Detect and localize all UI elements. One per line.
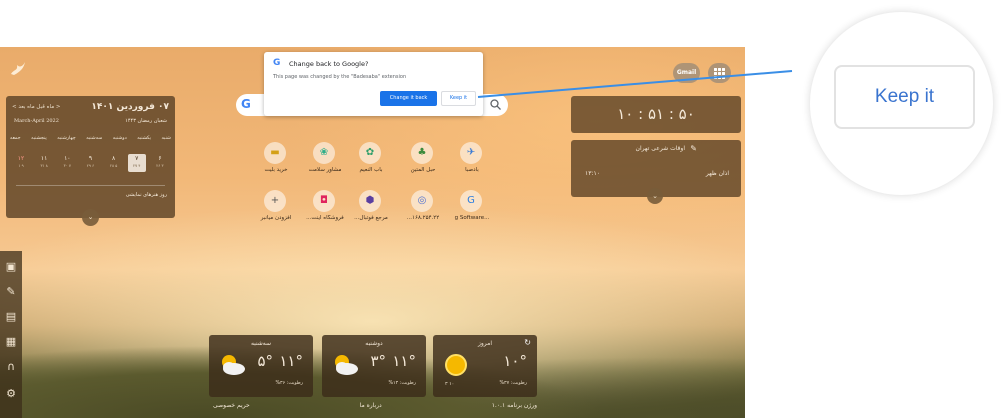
image-icon[interactable]: ▤ — [5, 311, 17, 323]
plus-icon: + — [264, 190, 286, 212]
calendar-icon[interactable]: ▣ — [5, 261, 17, 273]
side-toolbar: ▣ ✎ ▤ ▦ ∩ ⚙ — [0, 251, 22, 418]
shortcut-item[interactable]: ▬ خرید بلیت — [245, 140, 307, 184]
keep-it-zoomed-label: Keep it — [834, 65, 975, 129]
plane-icon: ✈ — [460, 142, 482, 164]
shop-icon: ◘ — [313, 190, 335, 212]
calendar-days: ۶ ۲۶ ۳ ۷ ۲۷ ۴ ۸ ۲۸ ۵ ۹ ۲۹ ۶ ۱۰ ۳۰ ۷ ۱۱ ۳۱ ۸ ۱۲… — [12, 154, 169, 172]
sun-icon — [445, 354, 467, 376]
change-it-back-button[interactable]: Change it back — [380, 91, 437, 106]
prayer-time: ۱۳:۱۰ — [585, 170, 600, 177]
prayer-name: اذان ظهر — [705, 170, 729, 177]
dialog-title: Change back to Google? — [289, 60, 369, 68]
add-shortcut-button[interactable]: + افزودن میانبر — [245, 188, 307, 232]
weekday: دوشنبه — [112, 136, 127, 141]
calendar-event: روز هنرهای نمایشی — [125, 192, 167, 198]
calendar-widget: ۰۷ فروردین ۱۴۰۱ < ماه قبل ماه بعد > Marc… — [6, 96, 175, 218]
prayer-expand-button[interactable]: ⌄ — [647, 188, 663, 204]
partly-cloudy-icon — [335, 355, 358, 375]
weekday: چهارشنبه — [57, 136, 76, 141]
software-icon: G — [460, 190, 482, 212]
calendar-day[interactable]: ۸ ۲۸ ۵ — [105, 154, 123, 172]
headphones-icon[interactable]: ∩ — [5, 361, 17, 373]
calendar-day-today[interactable]: ۷ ۲۷ ۴ — [127, 154, 146, 172]
prayer-title: اوقات شرعی تهران — [635, 145, 685, 152]
ticket-icon: ▬ — [264, 142, 286, 164]
router-icon: ◎ — [411, 190, 433, 212]
keep-it-button[interactable]: Keep it — [441, 91, 476, 106]
google-g-icon: G — [241, 97, 251, 111]
health-icon: ❀ — [313, 142, 335, 164]
footer-links: ورژن برنامه ۱.۰.۱ درباره ما حریم خصوصی — [207, 402, 543, 418]
calendar-weekdays: شنبه یکشنبه دوشنبه سه‌شنبه چهارشنبه پنجش… — [10, 136, 171, 141]
privacy-link[interactable]: حریم خصوصی — [213, 402, 250, 418]
calendar-title: ۰۷ فروردین ۱۴۰۱ — [91, 102, 169, 112]
badesaba-logo — [11, 62, 25, 75]
weekday: سه‌شنبه — [86, 136, 103, 141]
search-icon[interactable] — [489, 98, 502, 111]
version-link[interactable]: ورژن برنامه ۱.۰.۱ — [492, 402, 537, 418]
calendar-day-holiday[interactable]: ۱۲ ۱ ۹ — [12, 154, 30, 172]
calendar-day[interactable]: ۱۱ ۳۱ ۸ — [35, 154, 53, 172]
partly-cloudy-icon — [222, 355, 245, 375]
apps-grid-button[interactable] — [708, 63, 731, 83]
weekday: شنبه — [161, 136, 171, 141]
weather-card-today: ↻ امروز ۱۰° ۳ ۱۰ رطوبت: ۳۷% — [433, 335, 537, 397]
tree-icon: ♣ — [411, 142, 433, 164]
gmail-link[interactable]: Gmail — [673, 63, 700, 83]
settings-icon[interactable]: ⚙ — [5, 388, 17, 400]
weather-card-tuesday: سه‌شنبه ۱۱° ۵° رطوبت: ۳۶% — [209, 335, 313, 397]
edit-icon[interactable]: ✎ — [5, 286, 17, 298]
weekday: پنجشنبه — [31, 136, 47, 141]
google-g-icon: G — [273, 58, 281, 68]
calendar-day[interactable]: ۶ ۲۶ ۳ — [151, 154, 169, 172]
chevron-down-icon: ⌄ — [652, 192, 658, 200]
calendar-day[interactable]: ۱۰ ۳۰ ۷ — [58, 154, 76, 172]
football-icon: ⬢ — [359, 190, 381, 212]
weekday: جمعه — [10, 136, 21, 141]
flower-icon: ✿ — [359, 142, 381, 164]
calendar-nav[interactable]: < ماه قبل ماه بعد > — [12, 104, 61, 110]
weather-card-monday: دوشنبه ۱۱° ۳° رطوبت: ۱۴% — [322, 335, 426, 397]
chevron-down-icon: ⌄ — [87, 213, 94, 221]
calendar-hijri: شعبان رمضان ۱۴۴۳ — [125, 118, 167, 124]
calendar-day[interactable]: ۹ ۲۹ ۶ — [81, 154, 99, 172]
dialog-body: This page was changed by the "Badesaba" … — [273, 74, 407, 80]
clock-widget: ۱۰ : ۵۱ : ۵۰ — [571, 96, 741, 133]
date-icon[interactable]: ▦ — [5, 336, 17, 348]
about-link[interactable]: درباره ما — [360, 402, 382, 418]
calendar-divider — [16, 185, 165, 186]
extension-change-dialog: G Change back to Google? This page was c… — [264, 52, 483, 116]
pencil-icon[interactable]: ✎ — [690, 144, 697, 153]
calendar-expand-button[interactable]: ⌄ — [82, 209, 99, 226]
calendar-gregorian: March-April 2022 — [14, 118, 59, 124]
weekday: یکشنبه — [137, 136, 151, 141]
